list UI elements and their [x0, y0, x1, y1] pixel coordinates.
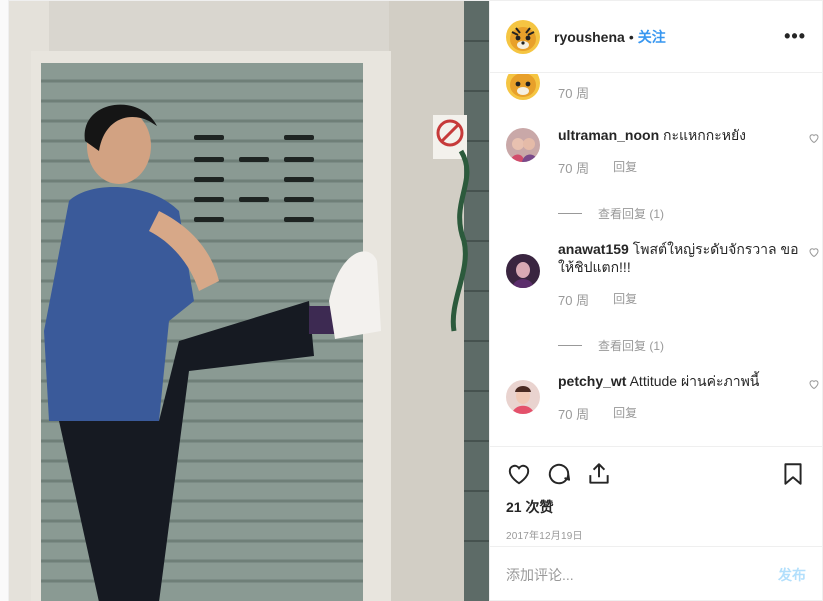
view-replies-button[interactable]: 查看回复 (1) — [558, 337, 806, 354]
post-actions: 21 次赞 2017年12月19日 — [490, 446, 822, 542]
post-header: ryoushena • 关注 ••• — [490, 1, 822, 73]
comment-meta: 70 周 回复 — [558, 158, 806, 177]
view-replies-label: 查看回复 (1) — [598, 207, 665, 221]
comment-username[interactable]: ultraman_noon — [558, 127, 659, 143]
reply-button[interactable]: 回复 — [613, 158, 637, 177]
user-avatar-icon — [506, 254, 540, 288]
user-avatar-icon — [506, 380, 540, 414]
header-username[interactable]: ryoushena — [554, 29, 625, 45]
comment-meta: 70 周 回复 — [558, 290, 806, 309]
share-icon[interactable] — [586, 461, 612, 487]
post-date: 2017年12月19日 — [506, 531, 583, 542]
comment-item: petchy_wt Attitude ผ่านค่ะภาพนี้ 70 周 回复 — [506, 372, 819, 423]
avatar[interactable] — [506, 19, 540, 54]
comment-text: กะแหกกะหยัง — [663, 127, 747, 143]
comment-time: 70 周 — [558, 293, 590, 308]
comment-body: anawat159 โพสต์ใหญ่ระดับจักรวาล ขอให้ชิป… — [558, 240, 806, 276]
comment-body: petchy_wt Attitude ผ่านค่ะภาพนี้ — [558, 372, 806, 390]
reply-button[interactable]: 回复 — [613, 290, 637, 309]
comment-icon[interactable] — [546, 461, 572, 487]
user-avatar-icon — [506, 128, 540, 162]
caption-time: 70 周 — [558, 86, 590, 101]
follow-button[interactable]: 关注 — [638, 27, 666, 47]
like-comment-heart-icon[interactable] — [808, 378, 820, 390]
header-separator: • — [628, 28, 634, 45]
comment-text: Attitude ผ่านค่ะภาพนี้ — [629, 373, 760, 389]
comment-username[interactable]: anawat159 — [558, 241, 629, 257]
comment-time: 70 周 — [558, 161, 590, 176]
tiger-avatar-icon — [506, 74, 540, 100]
avatar[interactable] — [506, 380, 540, 414]
avatar[interactable] — [506, 74, 540, 100]
post-comment-button[interactable]: 发布 — [778, 565, 806, 585]
likes-count[interactable]: 21 次赞 — [506, 497, 806, 517]
avatar[interactable] — [506, 254, 540, 288]
reply-button[interactable]: 回复 — [613, 404, 637, 423]
comment-time: 70 周 — [558, 407, 590, 422]
more-options-icon[interactable]: ••• — [784, 26, 806, 47]
comment-meta: 70 周 回复 — [558, 404, 806, 423]
add-comment-bar: 发布 — [490, 546, 822, 601]
comment-item: anawat159 โพสต์ใหญ่ระดับจักรวาล ขอให้ชิป… — [506, 240, 819, 354]
comment-username[interactable]: petchy_wt — [558, 373, 626, 389]
comment-body: ultraman_noon กะแหกกะหยัง — [558, 126, 806, 144]
comment-item: ultraman_noon กะแหกกะหยัง 70 周 回复 查看回复 (… — [506, 126, 819, 222]
action-icons-row — [506, 447, 806, 501]
tiger-avatar-icon — [506, 19, 540, 54]
comment-input[interactable] — [506, 566, 778, 583]
divider-line — [558, 213, 582, 214]
like-comment-heart-icon[interactable] — [808, 132, 820, 144]
view-replies-label: 查看回复 (1) — [598, 339, 665, 353]
avatar[interactable] — [506, 128, 540, 162]
post-side-panel: ryoushena • 关注 ••• 70 周 ultraman_noon กะ… — [489, 1, 822, 601]
photo-image — [9, 1, 489, 601]
heart-icon[interactable] — [506, 461, 532, 487]
post-photo[interactable] — [9, 1, 489, 601]
bookmark-icon[interactable] — [780, 461, 806, 487]
divider-line — [558, 345, 582, 346]
comments-list[interactable]: 70 周 ultraman_noon กะแหกกะหยัง 70 周 回复 查… — [490, 74, 822, 446]
caption-row: 70 周 — [506, 74, 822, 106]
post-dialog: ryoushena • 关注 ••• 70 周 ultraman_noon กะ… — [8, 0, 823, 601]
view-replies-button[interactable]: 查看回复 (1) — [558, 205, 806, 222]
like-comment-heart-icon[interactable] — [808, 246, 820, 258]
